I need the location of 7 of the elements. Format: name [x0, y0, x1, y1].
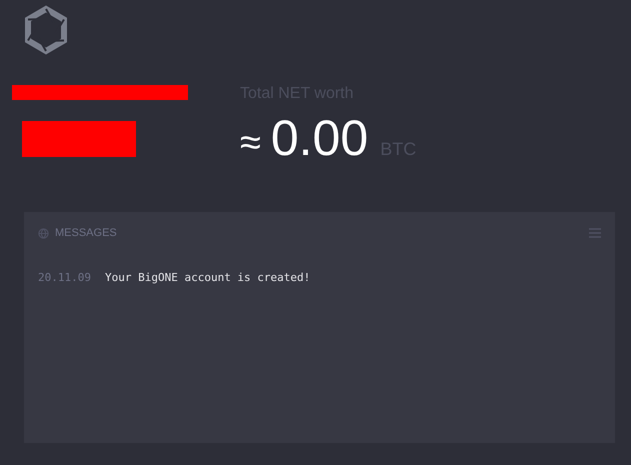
message-text: Your BigONE account is created!: [104, 271, 310, 284]
panel-title: MESSAGES: [55, 227, 118, 239]
net-worth-value: 0.00: [270, 109, 368, 167]
globe-icon: [38, 228, 49, 238]
approx-sign: ≈: [240, 122, 261, 165]
message-date: 20.11.09: [38, 271, 91, 284]
menu-icon[interactable]: [589, 228, 601, 238]
